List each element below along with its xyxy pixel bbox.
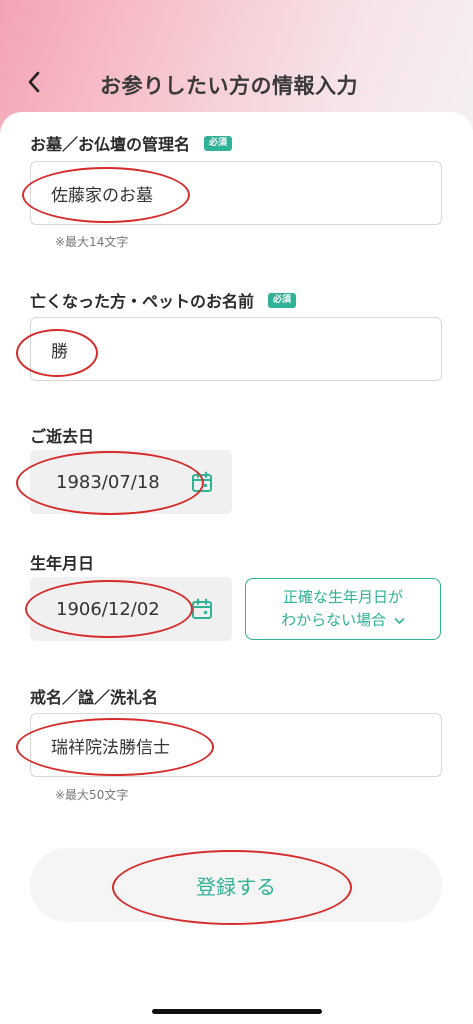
birth-date-picker[interactable]: 1906/12/02: [30, 577, 232, 641]
calendar-icon: [192, 471, 212, 492]
chevron-down-icon: [394, 617, 405, 624]
deceased-name-value: 勝: [51, 341, 68, 362]
death-date-label: ご逝去日: [30, 423, 94, 447]
register-button[interactable]: 登録する: [30, 848, 442, 922]
death-date-value: 1983/07/18: [56, 471, 160, 493]
grave-name-hint: ※最大14文字: [55, 235, 129, 249]
unknown-birthdate-button[interactable]: 正確な生年月日が わからない場合: [245, 578, 441, 640]
posthumous-name-hint: ※最大50文字: [55, 788, 129, 802]
birth-date-label-text: 生年月日: [30, 554, 95, 573]
grave-name-label: お墓／お仏壇の管理名 必須: [30, 131, 233, 155]
deceased-name-label-text: 亡くなった方・ペットのお名前: [30, 292, 255, 311]
posthumous-name-input[interactable]: 瑞祥院法勝信士: [30, 713, 442, 777]
home-indicator: [152, 1009, 322, 1014]
unknown-birthdate-line1: 正確な生年月日が: [282, 588, 403, 606]
birth-date-value: 1906/12/02: [56, 598, 160, 620]
unknown-birthdate-line2-text: わからない場合: [281, 611, 387, 629]
posthumous-name-label-text: 戒名／諡／洗礼名: [30, 688, 159, 707]
calendar-icon: [192, 598, 212, 619]
required-badge: 必須: [204, 135, 233, 151]
posthumous-name-value: 瑞祥院法勝信士: [51, 737, 170, 758]
death-date-picker[interactable]: 1983/07/18: [30, 450, 232, 514]
deceased-name-input[interactable]: 勝: [30, 317, 442, 381]
register-button-label: 登録する: [196, 874, 276, 899]
unknown-birthdate-line2: わからない場合: [246, 609, 440, 632]
page-title: お参りしたい方の情報入力: [100, 74, 358, 98]
back-button[interactable]: [18, 64, 50, 100]
header: お参りしたい方の情報入力: [0, 58, 473, 108]
grave-name-value: 佐藤家のお墓: [51, 185, 153, 206]
deceased-name-label: 亡くなった方・ペットのお名前 必須: [30, 288, 297, 312]
grave-name-input[interactable]: 佐藤家のお墓: [30, 161, 442, 225]
death-date-label-text: ご逝去日: [30, 427, 95, 446]
posthumous-name-label: 戒名／諡／洗礼名: [30, 684, 158, 708]
birth-date-label: 生年月日: [30, 550, 94, 574]
required-badge: 必須: [268, 292, 297, 308]
grave-name-label-text: お墓／お仏壇の管理名: [30, 135, 191, 154]
chevron-left-icon: [28, 71, 40, 93]
